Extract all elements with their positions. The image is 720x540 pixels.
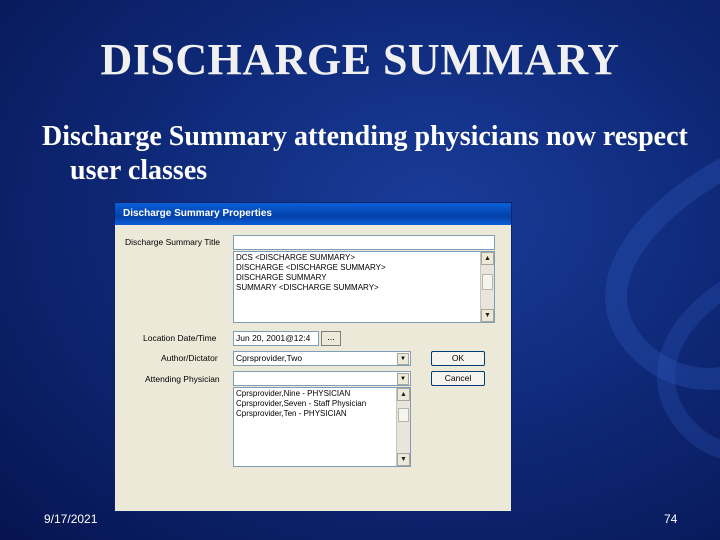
dialog-title: Discharge Summary Properties — [115, 203, 511, 225]
attending-physician-list[interactable]: Cprsprovider,Nine - PHYSICIAN Cprsprovid… — [233, 387, 411, 467]
scroll-thumb[interactable] — [482, 274, 493, 290]
slide-page-number: 74 — [664, 512, 678, 526]
list-item[interactable]: DISCHARGE <DISCHARGE SUMMARY> — [236, 263, 492, 273]
slide-bullet-text: Discharge Summary attending physicians n… — [42, 121, 688, 186]
location-datetime-input[interactable]: Jun 20, 2001@12:4 — [233, 331, 319, 346]
chevron-down-icon[interactable]: ▼ — [397, 373, 409, 385]
scroll-down-icon[interactable]: ▼ — [397, 453, 410, 466]
list-item[interactable]: SUMMARY <DISCHARGE SUMMARY> — [236, 283, 492, 293]
chevron-down-icon[interactable]: ▼ — [397, 353, 409, 365]
list-item[interactable]: Cprsprovider,Seven - Staff Physician — [236, 399, 408, 409]
list-item[interactable]: Cprsprovider,Nine - PHYSICIAN — [236, 389, 408, 399]
scroll-down-icon[interactable]: ▼ — [481, 309, 494, 322]
attending-list-scrollbar[interactable]: ▲ ▼ — [396, 388, 410, 466]
title-list-scrollbar[interactable]: ▲ ▼ — [480, 252, 494, 322]
list-item[interactable]: DCS <DISCHARGE SUMMARY> — [236, 253, 492, 263]
attending-select[interactable]: ▼ — [233, 371, 411, 386]
attending-label: Attending Physician — [145, 374, 220, 384]
background-swoosh-graphic — [605, 158, 720, 459]
location-datetime-label: Location Date/Time — [143, 333, 217, 343]
date-picker-button[interactable]: ... — [321, 331, 341, 346]
slide-date: 9/17/2021 — [44, 512, 98, 526]
list-item[interactable]: DISCHARGE SUMMARY — [236, 273, 492, 283]
scroll-up-icon[interactable]: ▲ — [397, 388, 410, 401]
summary-title-list[interactable]: DCS <DISCHARGE SUMMARY> DISCHARGE <DISCH… — [233, 251, 495, 323]
summary-title-input[interactable] — [233, 235, 495, 250]
author-value: Cprsprovider,Two — [236, 353, 303, 363]
author-select[interactable]: Cprsprovider,Two ▼ — [233, 351, 411, 366]
list-item[interactable]: Cprsprovider,Ten - PHYSICIAN — [236, 409, 408, 419]
discharge-summary-properties-dialog: Discharge Summary Properties Discharge S… — [114, 202, 512, 512]
slide-title: DISCHARGE SUMMARY — [100, 35, 620, 84]
author-label: Author/Dictator — [161, 353, 218, 363]
summary-title-label: Discharge Summary Title — [125, 237, 220, 247]
ok-button[interactable]: OK — [431, 351, 485, 366]
cancel-button[interactable]: Cancel — [431, 371, 485, 386]
scroll-thumb[interactable] — [398, 408, 409, 422]
scroll-up-icon[interactable]: ▲ — [481, 252, 494, 265]
